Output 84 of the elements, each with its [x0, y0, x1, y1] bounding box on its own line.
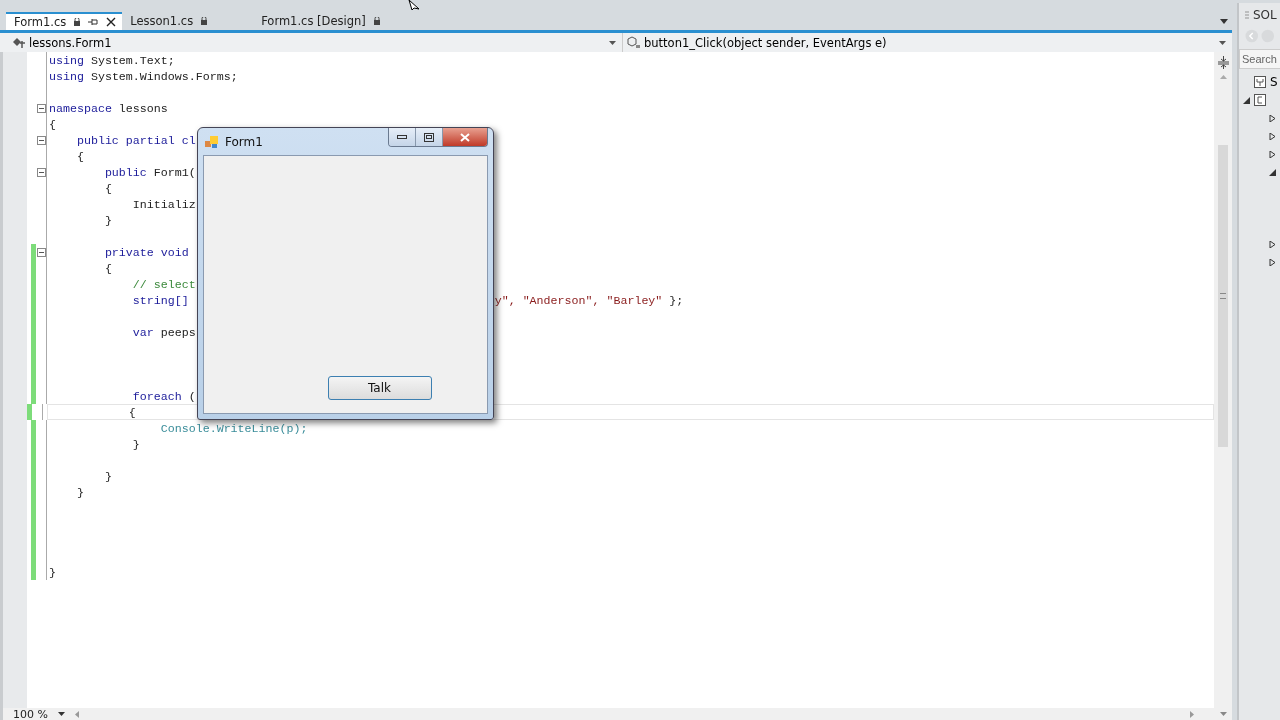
code-token: System.Windows.Forms;	[90, 69, 238, 83]
class-icon	[12, 36, 26, 49]
code-token: using	[49, 69, 84, 83]
tab-label: Form1.cs	[14, 15, 67, 29]
document-tab[interactable]: Form1.cs	[6, 12, 123, 30]
expand-arrow-icon[interactable]	[1269, 132, 1276, 140]
csharp-project-icon	[1254, 94, 1266, 106]
code-token: };	[669, 293, 684, 307]
expand-arrow-icon[interactable]	[1243, 96, 1250, 104]
member-dropdown[interactable]: button1_Click(object sender, EventArgs e)	[623, 33, 1232, 52]
dropdown-arrow-icon[interactable]	[1220, 18, 1228, 24]
collapse-icon[interactable]	[36, 135, 46, 145]
lock-icon	[373, 17, 380, 25]
code-token: public	[76, 133, 119, 147]
code-token: var	[132, 325, 154, 339]
dropdown-arrow-icon[interactable]	[609, 40, 616, 45]
code-token: namespace	[49, 101, 112, 115]
collapse-icon[interactable]	[36, 103, 46, 113]
code-token: void	[160, 245, 189, 259]
close-button[interactable]	[443, 128, 487, 146]
code-token: }	[104, 469, 112, 483]
code-token: {	[104, 181, 112, 195]
expand-arrow-icon[interactable]	[1269, 114, 1276, 122]
lock-icon	[201, 17, 208, 25]
code-token: // select	[132, 277, 196, 291]
code-token: public	[104, 165, 147, 179]
dropdown-arrow-icon[interactable]	[57, 712, 65, 716]
collapse-icon[interactable]	[36, 167, 46, 177]
code-token: private	[104, 245, 154, 259]
scrollbar-thumb[interactable]	[1218, 145, 1228, 447]
code-token: string[]	[132, 293, 189, 307]
solution-icon	[1254, 76, 1266, 88]
code-token: {	[49, 117, 56, 131]
code-token: foreach	[132, 389, 182, 403]
code-token: }	[104, 213, 112, 227]
pin-icon[interactable]	[88, 18, 99, 26]
minimize-icon	[397, 135, 407, 139]
code-token: (	[188, 389, 196, 403]
tree-item-label[interactable]: S	[1270, 75, 1278, 89]
code-token: y",	[494, 293, 516, 307]
split-handle-icon[interactable]	[1217, 56, 1229, 69]
panel-title: SOL	[1253, 8, 1277, 22]
scroll-down-icon[interactable]	[1219, 712, 1227, 716]
tab-label: Form1.cs [Design]	[261, 14, 366, 28]
code-token: using	[49, 53, 84, 67]
code-token: cl	[181, 133, 196, 147]
expand-arrow-icon[interactable]	[1269, 258, 1276, 266]
mouse-cursor-icon	[408, 0, 420, 10]
maximize-button[interactable]	[416, 128, 443, 146]
search-field[interactable]: Search	[1239, 49, 1280, 69]
expand-arrow-icon[interactable]	[1269, 150, 1276, 158]
close-icon	[460, 132, 470, 142]
close-icon[interactable]	[106, 17, 117, 27]
zoom-level[interactable]: 100 %	[13, 707, 48, 720]
code-token: partial	[125, 133, 175, 147]
window-title: Form1	[225, 134, 263, 149]
code-token: }	[132, 437, 140, 451]
maximize-icon	[424, 132, 434, 142]
code-token: Form1(	[153, 165, 196, 179]
collapse-icon[interactable]	[36, 247, 46, 257]
code-token: "Anderson",	[522, 293, 600, 307]
tab-label: Lesson1.cs	[130, 14, 194, 28]
method-icon	[627, 36, 641, 49]
lock-icon	[74, 18, 81, 26]
code-token: }	[76, 485, 84, 499]
code-token: lessons	[118, 101, 168, 115]
code-token: Console.WriteLine(p);	[160, 421, 308, 435]
code-token: Initializ	[132, 197, 196, 211]
code-token: System.Text;	[90, 53, 175, 67]
code-token: {	[76, 149, 84, 163]
code-token: {	[128, 405, 136, 419]
dropdown-arrow-icon[interactable]	[1219, 40, 1226, 45]
document-tab[interactable]: Lesson1.cs	[122, 12, 214, 30]
talk-button[interactable]: Talk	[327, 376, 432, 400]
code-token: }	[49, 565, 56, 579]
expand-arrow-icon[interactable]	[1269, 168, 1276, 176]
app-icon	[205, 135, 219, 148]
minimize-button[interactable]	[389, 128, 416, 146]
expand-arrow-icon[interactable]	[1269, 240, 1276, 248]
grip-icon[interactable]	[1245, 11, 1249, 19]
document-tab[interactable]: Form1.cs [Design]	[213, 12, 386, 30]
code-token: {	[104, 261, 112, 275]
code-token: "Barley"	[606, 293, 663, 307]
code-token: peeps	[160, 325, 196, 339]
